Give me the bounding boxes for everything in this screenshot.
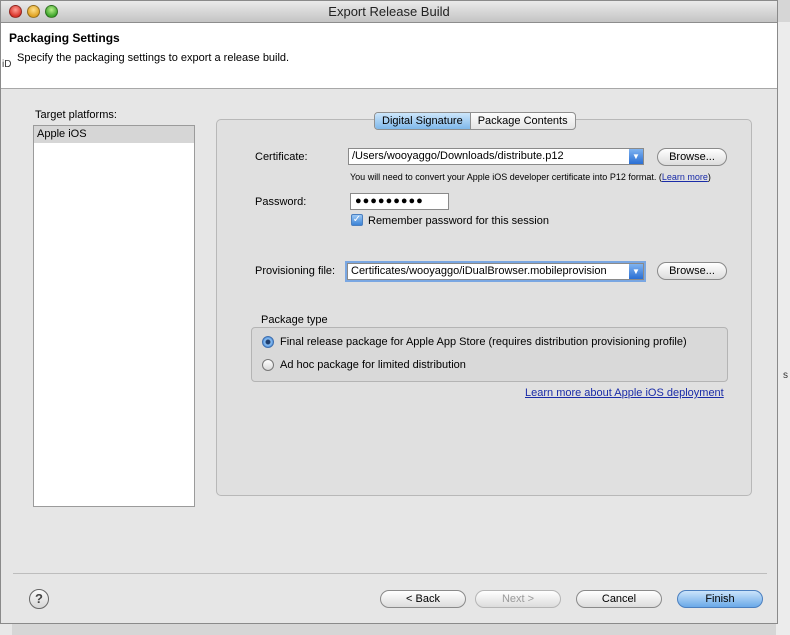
title-bar: Export Release Build	[1, 1, 777, 23]
certificate-note: You will need to convert your Apple iOS …	[350, 172, 711, 182]
minimize-window-button[interactable]	[27, 5, 40, 18]
chevron-down-icon[interactable]: ▼	[629, 264, 643, 279]
chevron-down-icon[interactable]: ▼	[629, 149, 643, 164]
provisioning-file-label: Provisioning file:	[255, 265, 336, 277]
provisioning-file-combo[interactable]: Certificates/wooyaggo/iDualBrowser.mobil…	[347, 263, 644, 280]
package-type-title: Package type	[261, 314, 328, 326]
certificate-label: Certificate:	[255, 151, 308, 163]
background-window-right	[776, 22, 790, 635]
provisioning-browse-button[interactable]: Browse...	[657, 262, 727, 280]
app-store-label[interactable]: Final release package for Apple App Stor…	[280, 336, 687, 348]
certificate-value: /Users/wooyaggo/Downloads/distribute.p12	[352, 150, 564, 162]
tab-digital-signature[interactable]: Digital Signature	[375, 113, 471, 129]
certificate-note-end: )	[707, 172, 711, 182]
page-title: Packaging Settings	[9, 31, 120, 45]
export-release-build-dialog: Export Release Build Packaging Settings …	[0, 0, 778, 624]
help-icon[interactable]: ?	[29, 589, 49, 609]
tab-package-contents[interactable]: Package Contents	[471, 113, 575, 129]
close-window-button[interactable]	[9, 5, 22, 18]
target-platforms-list[interactable]: Apple iOS	[33, 125, 195, 507]
learn-more-ios-deployment-link[interactable]: Learn more about Apple iOS deployment	[525, 387, 724, 399]
cancel-button[interactable]: Cancel	[576, 590, 662, 608]
app-store-radio[interactable]	[262, 336, 274, 348]
certificate-browse-button[interactable]: Browse...	[657, 148, 727, 166]
platform-item-apple-ios[interactable]: Apple iOS	[34, 126, 194, 143]
next-button[interactable]: Next >	[475, 590, 561, 608]
password-label: Password:	[255, 196, 307, 208]
password-field[interactable]: ●●●●●●●●●	[350, 193, 449, 210]
certificate-combo[interactable]: /Users/wooyaggo/Downloads/distribute.p12…	[348, 148, 644, 165]
zoom-window-button[interactable]	[45, 5, 58, 18]
remember-password-checkbox[interactable]: ✓	[351, 214, 363, 226]
background-text: s	[783, 370, 788, 381]
tab-bar: Digital Signature Package Contents	[374, 112, 576, 130]
window-title: Export Release Build	[328, 4, 450, 19]
background-text: iD	[2, 59, 12, 70]
target-platforms-label: Target platforms:	[35, 109, 117, 121]
back-button[interactable]: < Back	[380, 590, 466, 608]
learn-more-link[interactable]: Learn more	[662, 172, 708, 182]
finish-button[interactable]: Finish	[677, 590, 763, 608]
page-description: Specify the packaging settings to export…	[17, 52, 290, 64]
wizard-header: Packaging Settings Specify the packaging…	[1, 23, 777, 89]
ad-hoc-radio[interactable]	[262, 359, 274, 371]
provisioning-file-value: Certificates/wooyaggo/iDualBrowser.mobil…	[351, 265, 607, 277]
ad-hoc-label[interactable]: Ad hoc package for limited distribution	[280, 359, 466, 371]
footer-divider	[13, 573, 767, 574]
certificate-note-text: You will need to convert your Apple iOS …	[350, 172, 662, 182]
remember-password-label[interactable]: Remember password for this session	[368, 215, 549, 227]
